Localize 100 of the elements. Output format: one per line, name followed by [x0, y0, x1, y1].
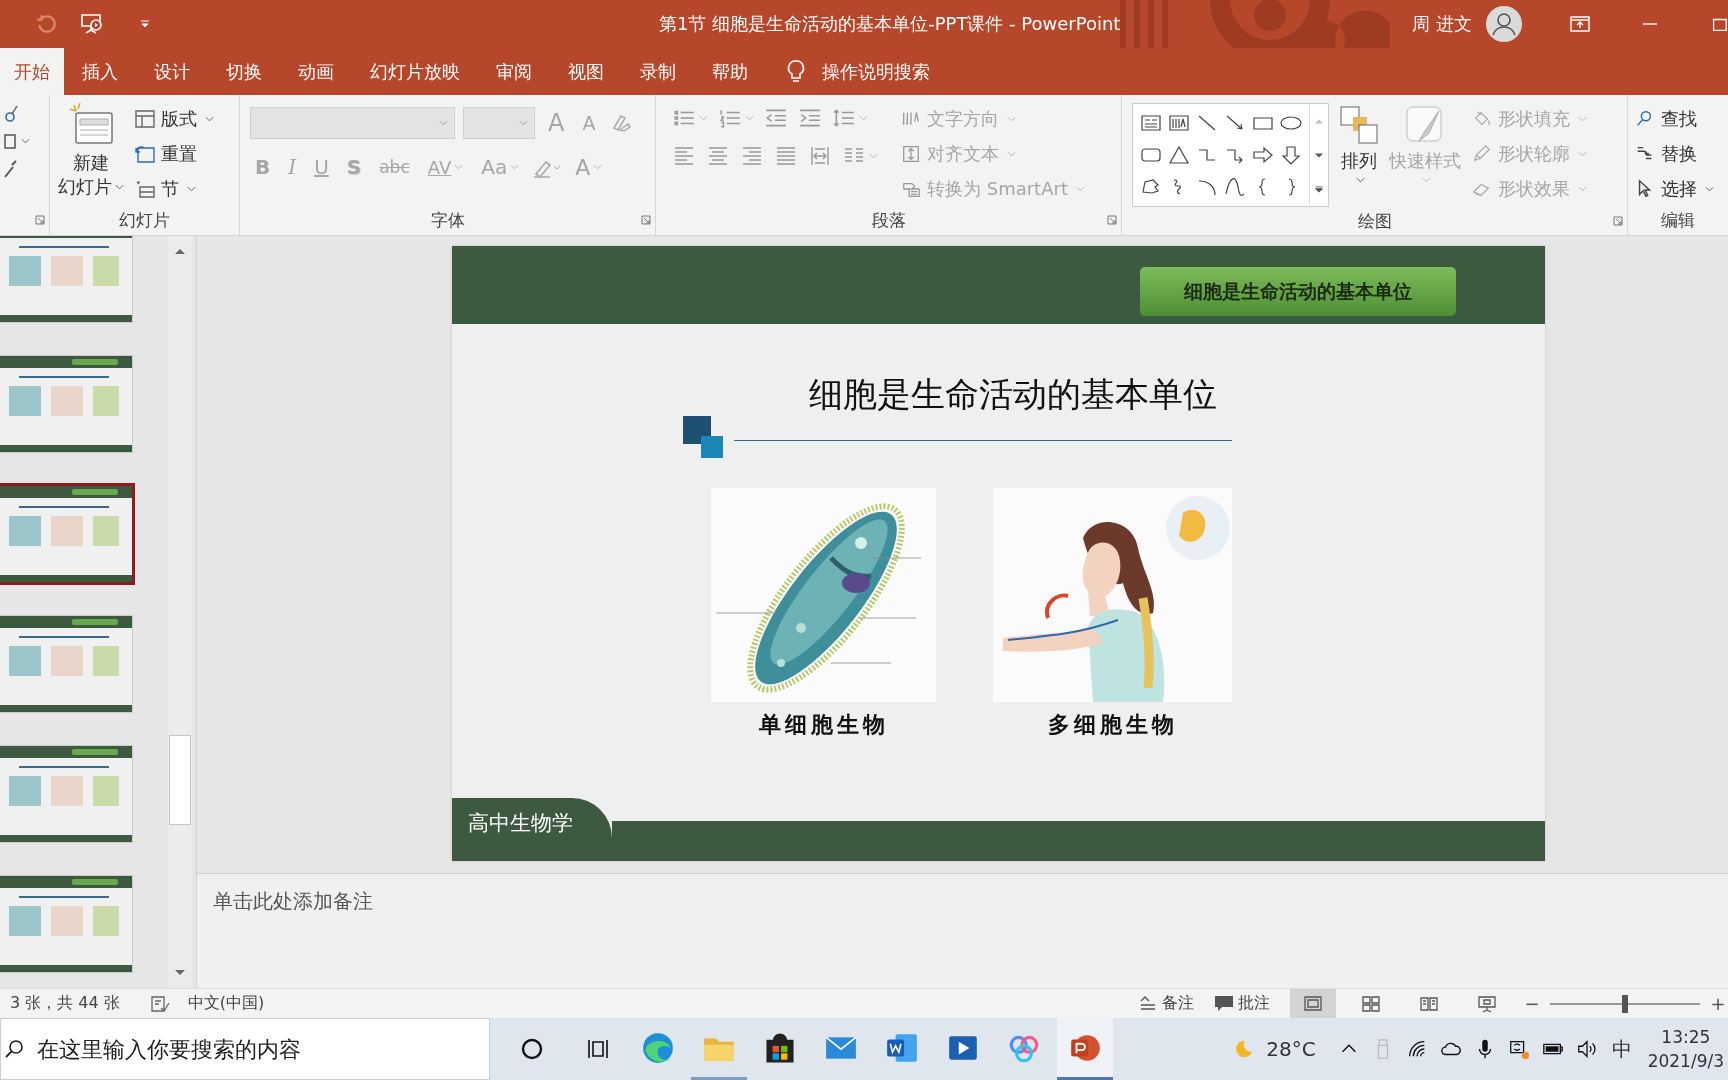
arrow-line-icon[interactable] — [1224, 113, 1246, 133]
clock[interactable]: 13:25 2021/9/3 — [1647, 1025, 1728, 1073]
group-label: 编辑 — [1661, 208, 1695, 232]
caret-icon — [454, 164, 464, 170]
caret-icon — [519, 120, 528, 126]
ribbon-tab[interactable]: 切换 — [208, 48, 280, 95]
line-icon[interactable] — [1196, 113, 1218, 133]
view-button[interactable] — [1290, 988, 1336, 1019]
circle-icon[interactable] — [520, 1037, 544, 1061]
triangle-icon[interactable] — [1168, 145, 1190, 165]
group-label: 幻灯片 — [119, 208, 170, 232]
window-title: 第1节 细胞是生命活动的基本单位-PPT课件 - PowerPoint — [659, 12, 1121, 36]
task-view-icon[interactable] — [586, 1037, 610, 1061]
zoom-slider[interactable] — [1550, 993, 1700, 1014]
ribbon-tab[interactable]: 帮助 — [694, 48, 766, 95]
caret-icon — [21, 138, 30, 144]
caret-icon — [699, 115, 708, 121]
ribbon-display-icon[interactable] — [1570, 16, 1590, 32]
ribbon-tab[interactable]: 插入 — [64, 48, 136, 95]
store-icon — [763, 1030, 797, 1065]
ribbon-tab[interactable]: 开始 — [0, 48, 64, 95]
avatar-icon[interactable] — [1486, 6, 1522, 42]
input-method-indicator[interactable]: 中 — [1611, 1035, 1632, 1063]
browser-icon — [641, 1030, 675, 1065]
lightbulb-icon[interactable] — [786, 58, 806, 85]
arrange-button[interactable]: 排列 — [1339, 103, 1379, 183]
scroll-down-icon[interactable] — [1314, 151, 1324, 159]
scissors-icon[interactable] — [4, 105, 18, 123]
reset-icon — [134, 143, 156, 164]
caret-icon — [1705, 185, 1714, 192]
curve-icon[interactable] — [1224, 177, 1246, 197]
increase-indent-icon[interactable] — [798, 107, 822, 129]
taskbar-search-field[interactable]: 在这里输入你要搜索的内容 — [0, 1018, 490, 1080]
language-status[interactable]: 中文(中国) — [187, 993, 265, 1014]
notes-field[interactable]: 单击此处添加备注 — [197, 874, 1728, 988]
dialog-launcher-icon[interactable] — [35, 215, 45, 225]
temperature[interactable]: 28°C — [1266, 1037, 1316, 1061]
caret-icon — [745, 115, 754, 121]
ribbon-button[interactable]: 选择 — [1634, 173, 1714, 204]
text-box-icon[interactable] — [1140, 113, 1162, 133]
notes-button[interactable]: 备注 — [1138, 993, 1194, 1014]
slide-badge: 细胞是生命活动的基本单位 — [1140, 267, 1456, 316]
presenter-icon[interactable] — [80, 13, 104, 35]
caret-icon — [1007, 115, 1016, 122]
font-name-field[interactable] — [250, 107, 455, 139]
sync-icon[interactable] — [1507, 1038, 1530, 1060]
more-icon[interactable] — [1314, 185, 1324, 193]
ribbon-button[interactable]: 版式 — [134, 103, 214, 134]
right-arrow-icon[interactable] — [1252, 145, 1274, 165]
new-slide-button[interactable]: 新建 幻灯片 — [56, 103, 126, 199]
dialog-launcher-icon[interactable] — [1107, 215, 1117, 225]
figure-caption: 单细胞生物 — [758, 710, 889, 739]
brush-icon[interactable] — [4, 159, 18, 179]
slide-count: 3 张，共 44 张 — [10, 993, 120, 1014]
ribbon-tab[interactable]: 动画 — [280, 48, 352, 95]
zoom-slider-thumb[interactable] — [1622, 994, 1628, 1013]
group-label: 绘图 — [1357, 209, 1392, 233]
ribbon-button[interactable]: 节 — [134, 173, 214, 204]
align-text-icon — [900, 143, 922, 164]
user-name[interactable]: 周 进文 — [1412, 12, 1472, 36]
maximize-icon[interactable] — [1710, 16, 1728, 32]
ribbon-tab[interactable]: 录制 — [622, 48, 694, 95]
ribbon-button[interactable]: 替换 — [1634, 138, 1714, 169]
arc-icon[interactable] — [1196, 177, 1218, 197]
zoom-out-button[interactable]: − — [1522, 993, 1542, 1014]
ribbon-tab[interactable]: 设计 — [136, 48, 208, 95]
slide-thumbnail[interactable] — [0, 483, 135, 585]
caret-icon — [187, 185, 196, 192]
spelling-check-icon[interactable] — [149, 994, 170, 1013]
down-arrow-icon[interactable] — [1280, 145, 1302, 165]
dialog-launcher-icon[interactable] — [1613, 216, 1623, 226]
ribbon-button[interactable]: 查找 — [1634, 103, 1714, 134]
dialog-launcher-icon[interactable] — [641, 215, 651, 225]
caret-icon — [1578, 150, 1587, 157]
ribbon-tab[interactable]: 审阅 — [478, 48, 550, 95]
freeform-icon[interactable] — [1140, 177, 1162, 197]
tell-me-search[interactable]: 操作说明搜索 — [822, 59, 930, 84]
vertical-text-box-icon[interactable] — [1168, 113, 1190, 133]
scroll-up-icon[interactable] — [174, 247, 186, 255]
notes-icon — [1138, 994, 1158, 1013]
zoom-in-button[interactable]: + — [1708, 993, 1728, 1014]
numbering-icon[interactable] — [718, 107, 742, 129]
scrollbar[interactable] — [168, 236, 192, 988]
caret-icon — [593, 164, 603, 170]
line-spacing-icon[interactable] — [832, 107, 856, 129]
copy-icon[interactable] — [4, 131, 18, 151]
scroll-down-icon[interactable] — [174, 969, 186, 977]
customize-caret-icon[interactable] — [140, 20, 150, 28]
ribbon-tab[interactable]: 幻灯片放映 — [352, 48, 478, 95]
new-slide-icon — [68, 103, 114, 147]
font-size-field[interactable] — [463, 107, 535, 139]
ribbon-button[interactable]: 重置 — [134, 138, 214, 169]
speaker-icon[interactable] — [1575, 1038, 1598, 1060]
section-icon — [134, 178, 156, 199]
decrease-indent-icon[interactable] — [764, 107, 788, 129]
group-label: 段落 — [871, 208, 906, 232]
figure-caption: 多细胞生物 — [1047, 710, 1178, 739]
scrollbar-thumb[interactable] — [169, 735, 191, 825]
ribbon-tab[interactable]: 视图 — [550, 48, 622, 95]
comments-button[interactable]: 批注 — [1214, 993, 1270, 1014]
